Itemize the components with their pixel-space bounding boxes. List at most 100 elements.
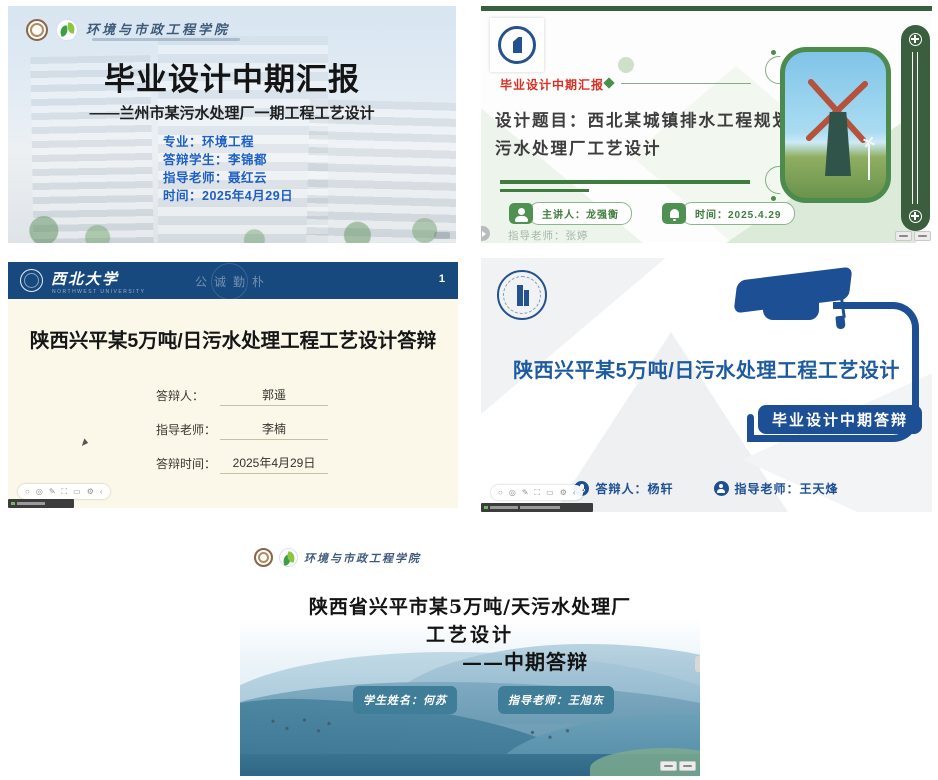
field-value: 郭遥: [220, 386, 328, 406]
page-number: 1: [439, 273, 445, 285]
annotation-mark-badge[interactable]: [660, 761, 677, 771]
camera-icon[interactable]: ▭: [73, 488, 81, 496]
slide-3-thumbnail: 西北大学 NORTHWEST UNIVERSITY 公诚勤朴 1 陕西兴平某5万…: [8, 262, 458, 508]
slide-title-line3: ——中期答辩: [462, 646, 588, 675]
design-topic-title: 设计题目：西北某城镇排水工程规划及 污水处理厂工艺设计: [495, 107, 810, 163]
slide-subtitle: ——兰州市某污水处理厂一期工程工艺设计: [8, 102, 456, 123]
university-logo-box: [490, 18, 544, 72]
design-topic-line2: 污水处理厂工艺设计: [495, 135, 810, 163]
watermark-mark: [434, 232, 450, 239]
side-nav-bar: [901, 25, 930, 231]
settings-icon[interactable]: ⚙: [87, 488, 94, 496]
circle-decor: [618, 57, 634, 73]
university-ring-logo-icon: [498, 26, 536, 64]
bracket-frame-decor: [747, 435, 843, 442]
slide-title: 陕西兴平某5万吨/日污水处理工程工艺设计: [481, 354, 932, 383]
windmill-photo: [780, 47, 891, 203]
dot-decor: [771, 50, 776, 55]
design-topic-line1: 设计题目：西北某城镇排水工程规划及: [495, 107, 810, 135]
school-header: 环境与市政工程学院: [254, 548, 421, 567]
midterm-defense-banner: 毕业设计中期答辩: [758, 405, 922, 434]
slide-title-line2: 工艺设计: [240, 620, 700, 647]
mouse-cursor: [82, 438, 89, 447]
nav-track-lines: [912, 52, 918, 204]
field-value: 2025年4月29日: [220, 454, 328, 474]
time-badge-label: 时间：2025.4.29: [681, 202, 795, 225]
slide-title-line1: 陕西省兴平市某5万吨/天污水处理厂: [240, 592, 700, 619]
green-divider-short: [500, 189, 589, 192]
annotation-toolbar[interactable]: ○ ◎ ✎ ⛶ ▭ ⚙ ‹: [18, 484, 110, 499]
collapse-icon[interactable]: ‹: [573, 489, 576, 497]
settings-icon[interactable]: ⚙: [560, 489, 567, 497]
select-icon[interactable]: ⛶: [62, 488, 68, 496]
corner-tool-badges: [895, 231, 931, 241]
scrollbar-nub[interactable]: [695, 656, 700, 672]
college-name: 环境与市政工程学院: [304, 550, 421, 566]
university-motto-watermark: 公诚勤朴: [8, 273, 458, 290]
college-leaf-logo-icon: [279, 548, 298, 567]
info-line-major: 专业：环境工程: [163, 133, 293, 151]
badge-row: 主讲人：龙强衡 时间：2025.4.29: [509, 202, 795, 225]
birds-decor: [266, 714, 336, 738]
person-icon: [509, 203, 533, 224]
annotation-toolbar[interactable]: ○ ◎ ✎ ⛶ ▭ ⚙ ‹: [491, 485, 583, 500]
presenter-badge: 主讲人：龙强衡: [509, 202, 632, 225]
status-mini-label: [481, 503, 593, 512]
info-line-date: 时间：2025年4月29日: [163, 187, 293, 205]
green-divider-thick: [500, 180, 750, 184]
diamond-bullet-icon: [603, 77, 614, 88]
logo-building-glyph: [517, 285, 523, 306]
university-header-bar: 西北大学 NORTHWEST UNIVERSITY 公诚勤朴 1: [8, 262, 458, 299]
form-row: 答辩人： 郭遥: [156, 386, 328, 406]
advisor-label: 指导老师：王天烽: [735, 480, 839, 497]
pen-icon[interactable]: ✎: [522, 489, 529, 497]
field-label: 答辩时间：: [156, 455, 220, 474]
target-icon[interactable]: ◎: [509, 489, 516, 497]
overlay-fade: [8, 6, 456, 243]
advisor-item: 指导老师：王天烽: [714, 480, 839, 497]
form-row: 指导老师： 李楠: [156, 420, 328, 440]
advisor-label: 指导老师：张婷: [508, 228, 589, 243]
university-ring-logo-icon: [497, 270, 547, 320]
presenter-item: 答辩人：杨轩: [574, 480, 673, 497]
select-icon[interactable]: ⛶: [535, 489, 541, 497]
status-mini-label: [8, 499, 74, 508]
slide-1-thumbnail: 环境与市政工程学院 毕业设计中期汇报 ——兰州市某污水处理厂一期工程工艺设计 专…: [8, 6, 456, 243]
presenter-info-block: 专业：环境工程 答辩学生：李锦都 指导老师：聂红云 时间：2025年4月29日: [163, 133, 293, 205]
tag-divider-line: [621, 83, 751, 84]
form-row: 答辩时间： 2025年4月29日: [156, 454, 328, 474]
student-name-badge: 学生姓名：何苏: [353, 686, 457, 714]
target-icon[interactable]: ◎: [36, 488, 43, 496]
advisor-name-badge: 指导老师：王旭东: [498, 686, 614, 714]
slide-title: 毕业设计中期汇报: [8, 54, 456, 99]
slide-5-thumbnail: 环境与市政工程学院 陕西省兴平市某5万吨/天污水处理厂 工艺设计 ——中期答辩 …: [240, 540, 700, 776]
presenter-label: 答辩人：杨轩: [595, 480, 673, 497]
graduation-cap-icon: [735, 268, 865, 338]
pen-icon[interactable]: ✎: [49, 488, 56, 496]
camera-icon[interactable]: ▭: [546, 489, 554, 497]
compass-down-icon[interactable]: [909, 210, 922, 223]
college-name: 环境与市政工程学院: [86, 19, 230, 38]
annotation-mark-badge[interactable]: [679, 761, 696, 771]
bracket-frame-decor: [747, 414, 754, 439]
field-value: 李楠: [220, 420, 328, 440]
corner-tool-badges: [660, 761, 696, 771]
college-name-subtitle-line: [92, 38, 240, 41]
annotation-mark-badge[interactable]: [895, 231, 912, 241]
slide-4-thumbnail: 陕西兴平某5万吨/日污水处理工程工艺设计 毕业设计中期答辩 答辩人：杨轩 指导老…: [481, 258, 932, 512]
field-label: 指导老师：: [156, 421, 220, 440]
birds-decor: [525, 726, 575, 742]
laser-icon[interactable]: ○: [25, 488, 30, 496]
college-leaf-logo-icon: [56, 19, 78, 41]
university-seal-icon: [26, 19, 48, 41]
laser-icon[interactable]: ○: [498, 489, 503, 497]
compass-up-icon[interactable]: [909, 33, 922, 46]
university-seal-icon: [254, 548, 273, 567]
info-line-advisor: 指导老师：聂红云: [163, 169, 293, 187]
info-line-student: 答辩学生：李锦都: [163, 151, 293, 169]
wind-turbine: [868, 144, 870, 180]
slide-2-thumbnail: 毕业设计中期汇报 设计题目：西北某城镇排水工程规划及 污水处理厂工艺设计 主讲人…: [481, 6, 932, 243]
collapse-icon[interactable]: ‹: [100, 488, 103, 496]
annotation-mark-badge[interactable]: [914, 231, 931, 241]
person-icon: [714, 481, 729, 496]
